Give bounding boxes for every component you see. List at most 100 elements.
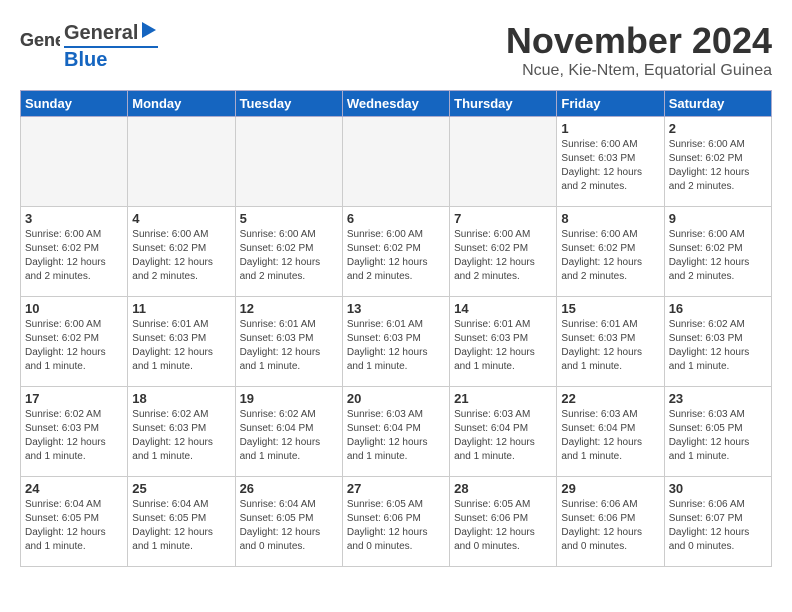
day-number: 20 — [347, 391, 445, 406]
calendar-cell: 24 Sunrise: 6:04 AM Sunset: 6:05 PM Dayli… — [21, 477, 128, 567]
day-number: 26 — [240, 481, 338, 496]
day-info: Sunrise: 6:06 AM Sunset: 6:06 PM Dayligh… — [561, 498, 659, 554]
day-info: Sunrise: 6:03 AM Sunset: 6:05 PM Dayligh… — [669, 408, 767, 464]
calendar-cell — [342, 117, 449, 207]
day-number: 9 — [669, 211, 767, 226]
calendar-cell: 13Sunrise: 6:01 AM Sunset: 6:03 PM Dayli… — [342, 297, 449, 387]
day-number: 29 — [561, 481, 659, 496]
day-info: Sunrise: 6:00 AM Sunset: 6:02 PM Dayligh… — [25, 228, 123, 284]
calendar-cell: 6 Sunrise: 6:00 AM Sunset: 6:02 PM Daylig… — [342, 207, 449, 297]
day-info: Sunrise: 6:01 AM Sunset: 6:03 PM Dayligh… — [454, 318, 552, 374]
logo-text: General Blue — [64, 20, 158, 72]
day-info: Sunrise: 6:01 AM Sunset: 6:03 PM Dayligh… — [561, 318, 659, 374]
day-info: Sunrise: 6:06 AM Sunset: 6:07 PM Dayligh… — [669, 498, 767, 554]
logo: Gene Gene General Blue — [20, 20, 158, 72]
calendar-cell: 1 Sunrise: 6:00 AM Sunset: 6:03 PM Daylig… — [557, 117, 664, 207]
day-info: Sunrise: 6:01 AM Sunset: 6:03 PM Dayligh… — [132, 318, 230, 374]
day-number: 11 — [132, 301, 230, 316]
calendar-cell: 27 Sunrise: 6:05 AM Sunset: 6:06 PM Dayli… — [342, 477, 449, 567]
day-number: 15 — [561, 301, 659, 316]
day-number: 25 — [132, 481, 230, 496]
page-title: November 2024 — [506, 20, 772, 62]
calendar-cell: 21 Sunrise: 6:03 AM Sunset: 6:04 PM Dayli… — [450, 387, 557, 477]
day-number: 4 — [132, 211, 230, 226]
day-number: 17 — [25, 391, 123, 406]
day-info: Sunrise: 6:01 AM Sunset: 6:03 PM Dayligh… — [347, 318, 445, 374]
calendar-cell: 12Sunrise: 6:01 AM Sunset: 6:03 PM Dayli… — [235, 297, 342, 387]
day-number: 12 — [240, 301, 338, 316]
day-info: Sunrise: 6:03 AM Sunset: 6:04 PM Dayligh… — [561, 408, 659, 464]
day-info: Sunrise: 6:00 AM Sunset: 6:03 PM Dayligh… — [561, 138, 659, 194]
day-number: 10 — [25, 301, 123, 316]
day-number: 19 — [240, 391, 338, 406]
day-info: Sunrise: 6:00 AM Sunset: 6:02 PM Dayligh… — [347, 228, 445, 284]
calendar-week-4: 17 Sunrise: 6:02 AM Sunset: 6:03 PM Dayli… — [21, 387, 772, 477]
day-number: 23 — [669, 391, 767, 406]
day-number: 28 — [454, 481, 552, 496]
calendar-cell: 22 Sunrise: 6:03 AM Sunset: 6:04 PM Dayli… — [557, 387, 664, 477]
page-subtitle: Ncue, Kie-Ntem, Equatorial Guinea — [506, 62, 772, 80]
logo-arrow — [140, 20, 158, 46]
calendar-cell: 20 Sunrise: 6:03 AM Sunset: 6:04 PM Dayli… — [342, 387, 449, 477]
day-number: 24 — [25, 481, 123, 496]
day-info: Sunrise: 6:04 AM Sunset: 6:05 PM Dayligh… — [25, 498, 123, 554]
day-number: 2 — [669, 121, 767, 136]
calendar-cell: 11 Sunrise: 6:01 AM Sunset: 6:03 PM Dayli… — [128, 297, 235, 387]
day-number: 22 — [561, 391, 659, 406]
calendar-cell: 18 Sunrise: 6:02 AM Sunset: 6:03 PM Dayli… — [128, 387, 235, 477]
day-number: 18 — [132, 391, 230, 406]
day-info: Sunrise: 6:00 AM Sunset: 6:02 PM Dayligh… — [561, 228, 659, 284]
calendar-header-saturday: Saturday — [664, 91, 771, 117]
day-info: Sunrise: 6:02 AM Sunset: 6:03 PM Dayligh… — [132, 408, 230, 464]
calendar-cell: 28 Sunrise: 6:05 AM Sunset: 6:06 PM Dayli… — [450, 477, 557, 567]
logo-blue: Blue — [64, 46, 158, 72]
calendar-cell: 16 Sunrise: 6:02 AM Sunset: 6:03 PM Dayli… — [664, 297, 771, 387]
day-info: Sunrise: 6:04 AM Sunset: 6:05 PM Dayligh… — [240, 498, 338, 554]
title-block: November 2024 Ncue, Kie-Ntem, Equatorial… — [506, 20, 772, 80]
calendar-week-1: 1 Sunrise: 6:00 AM Sunset: 6:03 PM Daylig… — [21, 117, 772, 207]
day-number: 16 — [669, 301, 767, 316]
day-number: 5 — [240, 211, 338, 226]
day-number: 6 — [347, 211, 445, 226]
day-number: 3 — [25, 211, 123, 226]
day-number: 14 — [454, 301, 552, 316]
day-info: Sunrise: 6:02 AM Sunset: 6:03 PM Dayligh… — [25, 408, 123, 464]
calendar-cell: 17 Sunrise: 6:02 AM Sunset: 6:03 PM Dayli… — [21, 387, 128, 477]
day-number: 21 — [454, 391, 552, 406]
calendar-cell: 23 Sunrise: 6:03 AM Sunset: 6:05 PM Dayli… — [664, 387, 771, 477]
calendar-table: SundayMondayTuesdayWednesdayThursdayFrid… — [20, 90, 772, 567]
day-info: Sunrise: 6:05 AM Sunset: 6:06 PM Dayligh… — [454, 498, 552, 554]
calendar-cell: 25Sunrise: 6:04 AM Sunset: 6:05 PM Dayli… — [128, 477, 235, 567]
calendar-cell: 8Sunrise: 6:00 AM Sunset: 6:02 PM Daylig… — [557, 207, 664, 297]
calendar-cell: 29 Sunrise: 6:06 AM Sunset: 6:06 PM Dayli… — [557, 477, 664, 567]
day-info: Sunrise: 6:00 AM Sunset: 6:02 PM Dayligh… — [669, 228, 767, 284]
calendar-cell: 3 Sunrise: 6:00 AM Sunset: 6:02 PM Daylig… — [21, 207, 128, 297]
calendar-week-3: 10 Sunrise: 6:00 AM Sunset: 6:02 PM Dayli… — [21, 297, 772, 387]
svg-text:Gene: Gene — [20, 30, 60, 50]
day-number: 7 — [454, 211, 552, 226]
calendar-header-monday: Monday — [128, 91, 235, 117]
calendar-cell: 9 Sunrise: 6:00 AM Sunset: 6:02 PM Daylig… — [664, 207, 771, 297]
calendar-cell: 30Sunrise: 6:06 AM Sunset: 6:07 PM Dayli… — [664, 477, 771, 567]
calendar-header-friday: Friday — [557, 91, 664, 117]
page-header: Gene Gene General Blue November 2024 Ncu… — [20, 20, 772, 80]
calendar-week-5: 24 Sunrise: 6:04 AM Sunset: 6:05 PM Dayli… — [21, 477, 772, 567]
day-info: Sunrise: 6:00 AM Sunset: 6:02 PM Dayligh… — [454, 228, 552, 284]
calendar-cell: 5Sunrise: 6:00 AM Sunset: 6:02 PM Daylig… — [235, 207, 342, 297]
day-number: 27 — [347, 481, 445, 496]
calendar-cell: 19Sunrise: 6:02 AM Sunset: 6:04 PM Dayli… — [235, 387, 342, 477]
day-info: Sunrise: 6:03 AM Sunset: 6:04 PM Dayligh… — [454, 408, 552, 464]
calendar-header-sunday: Sunday — [21, 91, 128, 117]
day-info: Sunrise: 6:05 AM Sunset: 6:06 PM Dayligh… — [347, 498, 445, 554]
day-info: Sunrise: 6:00 AM Sunset: 6:02 PM Dayligh… — [25, 318, 123, 374]
calendar-cell: 15 Sunrise: 6:01 AM Sunset: 6:03 PM Dayli… — [557, 297, 664, 387]
day-info: Sunrise: 6:02 AM Sunset: 6:03 PM Dayligh… — [669, 318, 767, 374]
calendar-cell: 2Sunrise: 6:00 AM Sunset: 6:02 PM Daylig… — [664, 117, 771, 207]
calendar-header-tuesday: Tuesday — [235, 91, 342, 117]
calendar-cell — [450, 117, 557, 207]
calendar-cell: 10 Sunrise: 6:00 AM Sunset: 6:02 PM Dayli… — [21, 297, 128, 387]
calendar-cell: 14 Sunrise: 6:01 AM Sunset: 6:03 PM Dayli… — [450, 297, 557, 387]
calendar-week-2: 3 Sunrise: 6:00 AM Sunset: 6:02 PM Daylig… — [21, 207, 772, 297]
day-info: Sunrise: 6:03 AM Sunset: 6:04 PM Dayligh… — [347, 408, 445, 464]
day-number: 1 — [561, 121, 659, 136]
